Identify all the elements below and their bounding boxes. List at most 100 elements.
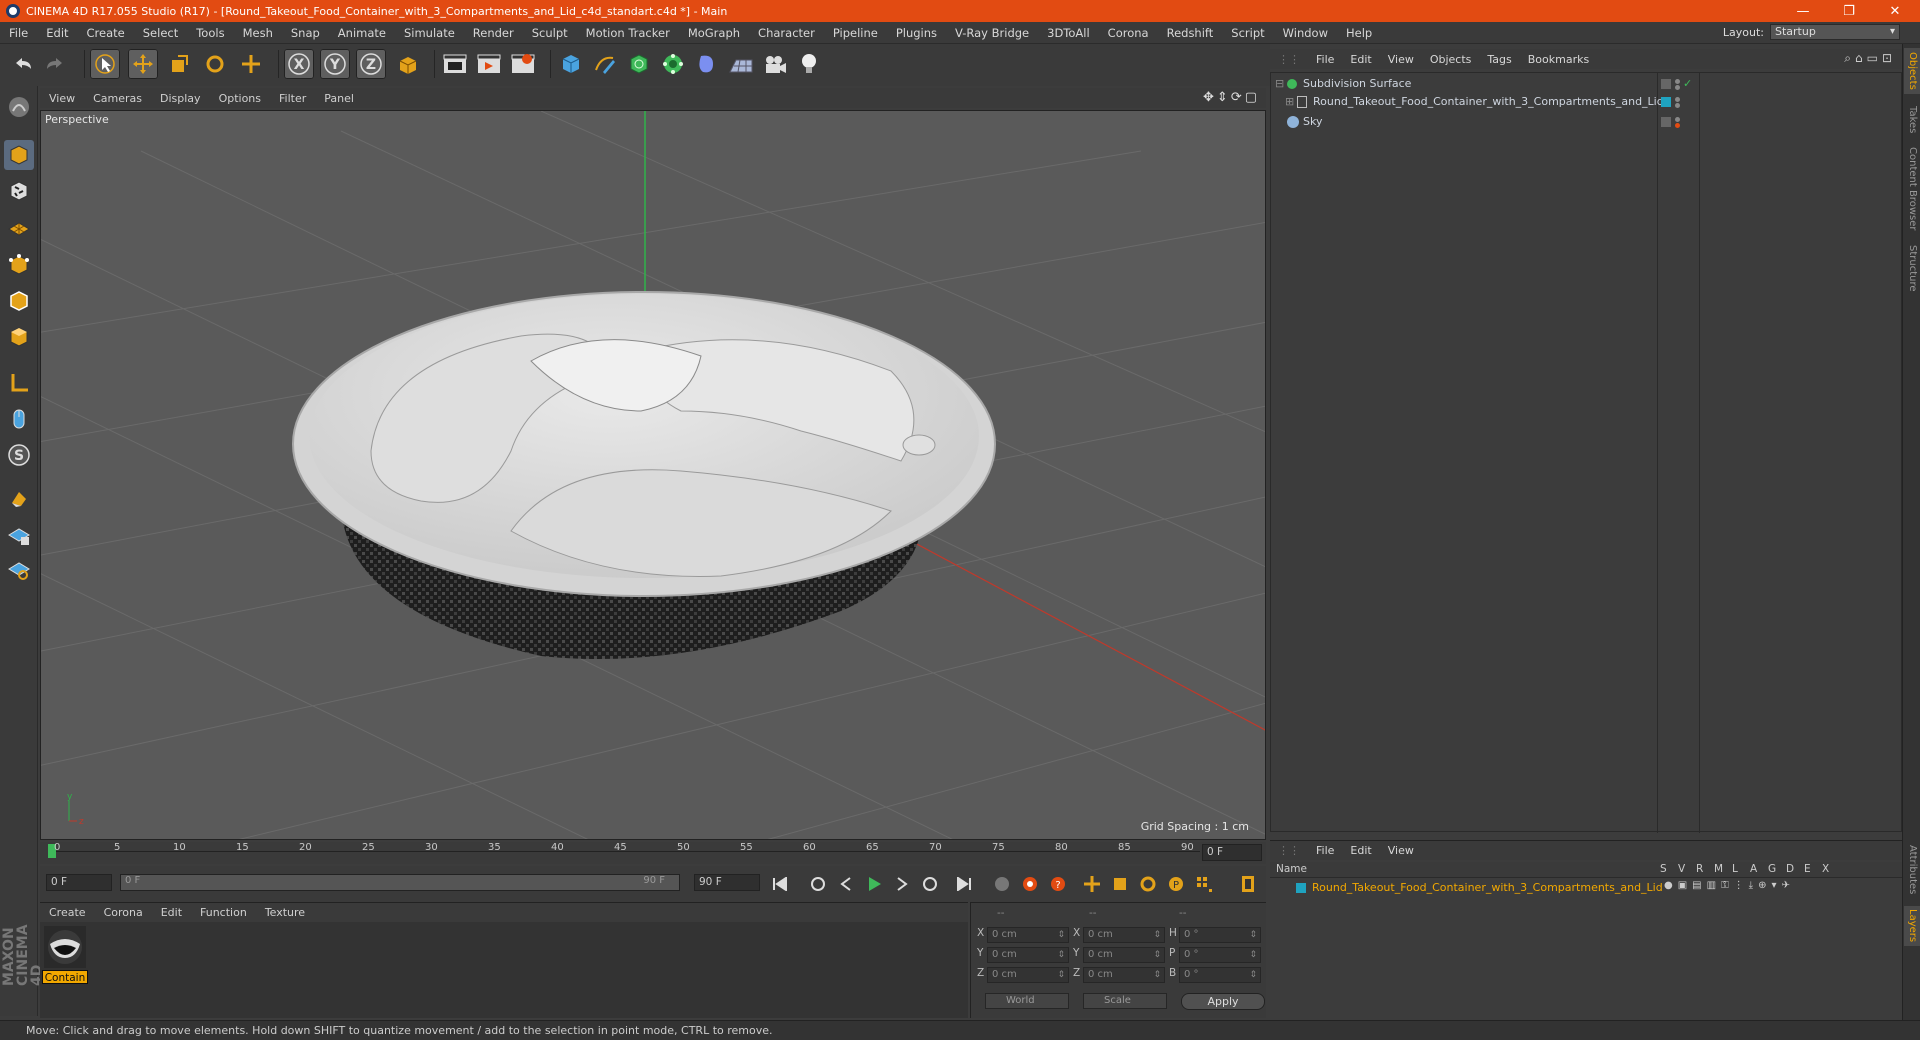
- make-editable-icon[interactable]: [4, 92, 34, 122]
- max-frame-field[interactable]: 90 F: [694, 874, 760, 891]
- om-menu-bookmarks[interactable]: Bookmarks: [1520, 53, 1597, 66]
- record-active-objects-icon[interactable]: [1018, 872, 1042, 896]
- menu-mesh[interactable]: Mesh: [234, 26, 282, 40]
- viewport-menu-filter[interactable]: Filter: [270, 92, 315, 105]
- quantize-icon[interactable]: [4, 554, 34, 584]
- layer-color-swatch[interactable]: [1661, 97, 1671, 107]
- material-menu-edit[interactable]: Edit: [152, 906, 191, 919]
- layer-tag-icon[interactable]: [1661, 79, 1671, 89]
- material-menu-function[interactable]: Function: [191, 906, 256, 919]
- next-key-icon[interactable]: [918, 872, 942, 896]
- menu-help[interactable]: Help: [1337, 26, 1381, 40]
- subdivision-surface-icon[interactable]: [624, 49, 654, 79]
- layer-row[interactable]: Round_Takeout_Food_Container_with_3_Comp…: [1270, 880, 1900, 896]
- menu-animate[interactable]: Animate: [329, 26, 395, 40]
- menu-vray-bridge[interactable]: V-Ray Bridge: [946, 26, 1038, 40]
- size-x-field[interactable]: 0 cm: [1083, 927, 1165, 943]
- object-row[interactable]: ⊞ Round_Takeout_Food_Container_with_3_Co…: [1271, 93, 1901, 111]
- previous-key-icon[interactable]: [806, 872, 830, 896]
- om-search-icon[interactable]: ⌕⌂▭⊡: [1844, 51, 1896, 66]
- layer-name[interactable]: Round_Takeout_Food_Container_with_3_Comp…: [1312, 881, 1663, 894]
- layer-flag-icons[interactable]: ●▣▤▥⚿⋮⤓⊕▾✈: [1664, 880, 1795, 891]
- autokeying-icon[interactable]: ?: [1046, 872, 1070, 896]
- material-menu-corona[interactable]: Corona: [95, 906, 152, 919]
- go-to-start-icon[interactable]: [768, 872, 792, 896]
- x-axis-lock-icon[interactable]: X: [284, 49, 314, 79]
- size-y-field[interactable]: 0 cm: [1083, 947, 1165, 963]
- tab-takes[interactable]: Takes: [1904, 102, 1920, 138]
- previous-frame-icon[interactable]: [834, 872, 858, 896]
- size-z-field[interactable]: 0 cm: [1083, 967, 1165, 983]
- move-tool-icon[interactable]: [128, 49, 158, 79]
- polygons-mode-icon[interactable]: [4, 322, 34, 352]
- menu-script[interactable]: Script: [1222, 26, 1273, 40]
- viewport-menu-options[interactable]: Options: [210, 92, 270, 105]
- lm-menu-edit[interactable]: Edit: [1342, 844, 1379, 857]
- light-icon[interactable]: [794, 49, 824, 79]
- apply-button[interactable]: Apply: [1181, 993, 1265, 1010]
- key-pla-icon[interactable]: [1192, 872, 1216, 896]
- layer-color-swatch[interactable]: [1296, 883, 1306, 893]
- viewport-nav-icons[interactable]: ✥⇕⟳▢: [1203, 90, 1260, 105]
- om-menu-tags[interactable]: Tags: [1479, 53, 1519, 66]
- tab-content-browser[interactable]: Content Browser: [1904, 144, 1920, 234]
- menu-select[interactable]: Select: [134, 26, 187, 40]
- close-button[interactable]: ✕: [1872, 0, 1918, 22]
- coordinate-space-dropdown[interactable]: World: [985, 993, 1069, 1009]
- viewport-menu-view[interactable]: View: [40, 92, 84, 105]
- menu-snap[interactable]: Snap: [282, 26, 329, 40]
- floor-icon[interactable]: [726, 49, 756, 79]
- viewport-menu-cameras[interactable]: Cameras: [84, 92, 151, 105]
- edges-mode-icon[interactable]: [4, 286, 34, 316]
- axis-mode-icon[interactable]: [4, 368, 34, 398]
- material-menu-create[interactable]: Create: [40, 906, 95, 919]
- workplane-mode-icon[interactable]: [4, 212, 34, 242]
- enabled-check-icon[interactable]: ✓: [1683, 75, 1692, 93]
- menu-edit[interactable]: Edit: [37, 26, 77, 40]
- menu-sculpt[interactable]: Sculpt: [523, 26, 577, 40]
- render-settings-icon[interactable]: [508, 49, 538, 79]
- coordinate-system-icon[interactable]: [392, 49, 422, 79]
- material-menu-texture[interactable]: Texture: [256, 906, 314, 919]
- cloner-icon[interactable]: [658, 49, 688, 79]
- tab-attributes[interactable]: Attributes: [1904, 840, 1920, 900]
- preview-range-slider[interactable]: 0 F 90 F: [120, 874, 680, 891]
- undo-icon[interactable]: [8, 49, 38, 79]
- redo-icon[interactable]: [40, 49, 70, 79]
- tab-layers[interactable]: Layers: [1904, 906, 1920, 946]
- frame-field[interactable]: 0 F: [46, 874, 112, 891]
- perspective-viewport[interactable]: y z Perspective Grid Spacing : 1 cm: [40, 110, 1266, 840]
- key-parameter-icon[interactable]: P: [1164, 872, 1188, 896]
- key-position-icon[interactable]: [1080, 872, 1104, 896]
- menu-motion-tracker[interactable]: Motion Tracker: [577, 26, 679, 40]
- pos-y-field[interactable]: 0 cm: [987, 947, 1069, 963]
- om-menu-edit[interactable]: Edit: [1342, 53, 1379, 66]
- cube-primitive-icon[interactable]: [556, 49, 586, 79]
- layout-dropdown[interactable]: Startup: [1770, 24, 1900, 40]
- lm-menu-view[interactable]: View: [1380, 844, 1422, 857]
- menu-3dtoall[interactable]: 3DToAll: [1038, 26, 1099, 40]
- viewport-menu-display[interactable]: Display: [151, 92, 210, 105]
- deformer-icon[interactable]: [692, 49, 722, 79]
- menu-tools[interactable]: Tools: [187, 26, 233, 40]
- tab-objects[interactable]: Objects: [1904, 48, 1920, 94]
- viewport-menu-panel[interactable]: Panel: [315, 92, 363, 105]
- timeline-layout-icon[interactable]: [1236, 872, 1260, 896]
- menu-character[interactable]: Character: [749, 26, 824, 40]
- lm-menu-file[interactable]: File: [1308, 844, 1342, 857]
- material-thumbnail[interactable]: [44, 926, 86, 968]
- motion-record-icon[interactable]: [990, 872, 1014, 896]
- solo-mode-icon[interactable]: S: [4, 440, 34, 470]
- key-rotation-icon[interactable]: [1136, 872, 1160, 896]
- menu-corona[interactable]: Corona: [1099, 26, 1158, 40]
- object-name[interactable]: Sky: [1303, 113, 1322, 131]
- menu-redshift[interactable]: Redshift: [1158, 26, 1223, 40]
- go-to-end-icon[interactable]: [952, 872, 976, 896]
- menu-create[interactable]: Create: [78, 26, 134, 40]
- y-axis-lock-icon[interactable]: Y: [320, 49, 350, 79]
- snap-magnet-icon[interactable]: [4, 484, 34, 514]
- camera-icon[interactable]: [760, 49, 790, 79]
- texture-mode-icon[interactable]: [4, 176, 34, 206]
- rot-p-field[interactable]: 0 °: [1179, 947, 1261, 963]
- menu-render[interactable]: Render: [464, 26, 523, 40]
